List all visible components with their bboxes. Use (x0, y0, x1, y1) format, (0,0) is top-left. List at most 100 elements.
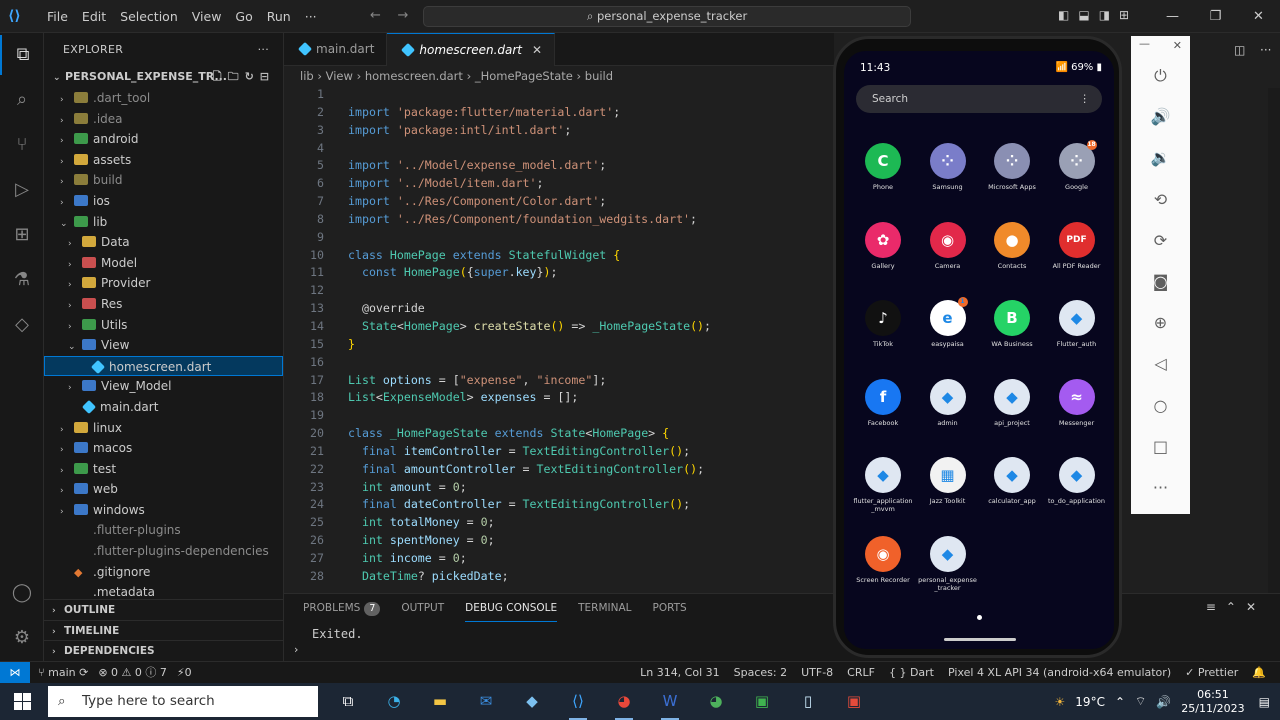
app-wa-business[interactable]: B WA Business (982, 300, 1042, 348)
project-header[interactable]: ⌄ PERSONAL_EXPENSE_TR... 🗋🗀↻⊟ (44, 66, 283, 88)
tree-item-build[interactable]: › build (44, 170, 283, 191)
search-icon[interactable]: ⌕ (0, 80, 44, 120)
app-all-pdf-reader[interactable]: PDF All PDF Reader (1047, 221, 1107, 270)
code-line[interactable]: 8 import '../Res/Component/foundation_wed… (284, 211, 834, 229)
volume-up-icon[interactable]: 🔊 (1131, 107, 1190, 126)
code-line[interactable]: 10 class HomePage extends StatefulWidget … (284, 247, 834, 265)
app-microsoft-apps[interactable]: ⁘ Microsoft Apps (982, 143, 1042, 191)
close-tab-icon[interactable]: ✕ (532, 43, 542, 57)
tree-item-res[interactable]: › Res (44, 294, 283, 315)
phone-screen[interactable]: 11:43 📶 69% ▮ Search ⋮ C Phone ⁘ Samsung ⁘ Mi… (844, 51, 1114, 649)
minimap[interactable] (1268, 88, 1280, 593)
app-api-project[interactable]: ◆ api_project (982, 378, 1042, 427)
tree-item-windows[interactable]: › windows (44, 500, 283, 521)
app-flutter-auth[interactable]: ◆ Flutter_auth (1047, 300, 1107, 348)
menu-item-edit[interactable]: Edit (75, 0, 113, 33)
tree-item-view[interactable]: ⌄ View (44, 335, 283, 356)
code-line[interactable]: 7 import '../Res/Component/Color.dart'; (284, 193, 834, 211)
tree-item-provider[interactable]: › Provider (44, 273, 283, 294)
indentation[interactable]: Spaces: 2 (734, 662, 787, 684)
source-control-icon[interactable]: ⑂ (0, 125, 44, 165)
toggle-secondary-sidebar-icon[interactable]: ◨ (1099, 8, 1110, 22)
app-google[interactable]: ⁘ 18 Google (1047, 140, 1107, 191)
app-to-do-application[interactable]: ◆ to_do_application (1047, 457, 1107, 505)
app-samsung[interactable]: ⁘ Samsung (918, 143, 978, 191)
encoding[interactable]: UTF-8 (801, 662, 833, 684)
volume-icon[interactable]: 🔊 (1156, 695, 1171, 709)
phone-search-bar[interactable]: Search ⋮ (856, 85, 1102, 113)
section-dependencies[interactable]: › DEPENDENCIES (44, 640, 284, 661)
app-icon[interactable]: ◆ (509, 683, 555, 720)
rotate-left-icon[interactable]: ⟲ (1131, 190, 1190, 209)
app-jazz-toolkit[interactable]: ▦ Jazz Toolkit (918, 457, 978, 505)
app-tiktok[interactable]: ♪ TikTok (853, 300, 913, 348)
code-line[interactable]: 14 State<HomePage> createState() => _Hom… (284, 318, 834, 336)
code-line[interactable]: 17 List options = ["expense", "income"]; (284, 372, 834, 390)
panel-tab-terminal[interactable]: TERMINAL (578, 594, 631, 622)
code-line[interactable]: 9 (284, 229, 834, 247)
emulator-minimize-icon[interactable]: — (1139, 37, 1150, 50)
panel-tab-output[interactable]: OUTPUT (401, 594, 444, 622)
zoom-icon[interactable]: ⊕ (1131, 313, 1190, 332)
mail-icon[interactable]: ✉ (463, 683, 509, 720)
code-line[interactable]: 1 (284, 86, 834, 104)
home-icon[interactable]: ○ (1131, 396, 1190, 415)
breadcrumb-item[interactable]: View (326, 69, 353, 83)
refresh-icon[interactable]: ↻ (245, 70, 260, 83)
more-actions-icon[interactable]: ··· (258, 33, 269, 66)
tree-item-homescreen-dart[interactable]: homescreen.dart (44, 355, 283, 377)
tree-item-utils[interactable]: › Utils (44, 315, 283, 336)
tray-overflow-icon[interactable]: ⌃ (1115, 695, 1125, 709)
menu-item-go[interactable]: Go (228, 0, 259, 33)
rotate-right-icon[interactable]: ⟳ (1131, 231, 1190, 250)
tree-item-ios[interactable]: › ios (44, 191, 283, 212)
tree-item-linux[interactable]: › linux (44, 418, 283, 439)
tree-item-test[interactable]: › test (44, 459, 283, 480)
action-center-icon[interactable]: ▤ (1259, 695, 1270, 709)
phone-menu-icon[interactable]: ⋮ (1080, 85, 1091, 113)
tree-item-view-model[interactable]: › View_Model (44, 376, 283, 397)
word-icon[interactable]: W (647, 683, 693, 720)
app-messenger[interactable]: ≈ Messenger (1047, 378, 1107, 427)
home-gesture-bar[interactable] (944, 638, 1016, 641)
list-icon[interactable]: ≡ (1206, 600, 1226, 614)
code-line[interactable]: 6 import '../Model/item.dart'; (284, 175, 834, 193)
app-easypaisa[interactable]: e 1 easypaisa (918, 297, 978, 348)
code-line[interactable]: 12 (284, 282, 834, 300)
code-line[interactable]: 20 class _HomePageState extends State<Hom… (284, 425, 834, 443)
tree-item-macos[interactable]: › macos (44, 438, 283, 459)
toggle-sidebar-icon[interactable]: ◧ (1058, 8, 1069, 22)
app-admin[interactable]: ◆ admin (918, 378, 978, 427)
windows-start-icon[interactable] (14, 693, 31, 710)
power-icon[interactable]: ⏻ (1131, 66, 1190, 86)
camera-icon[interactable]: ◙ (1131, 272, 1190, 291)
problems-status[interactable]: ⊗ 0 ⚠ 0 ⓘ 7 (98, 662, 167, 684)
menu-item-file[interactable]: File (40, 0, 75, 33)
collapse-all-icon[interactable]: ⊟ (260, 70, 275, 83)
more-icon[interactable]: ··· (1131, 478, 1190, 497)
minimize-icon[interactable]: — (1151, 0, 1194, 33)
recorder-icon[interactable]: ▣ (831, 683, 877, 720)
panel-tab-ports[interactable]: PORTS (653, 594, 687, 622)
tree-item-main-dart[interactable]: main.dart (44, 397, 283, 418)
tree-item-idea[interactable]: › .idea (44, 109, 283, 130)
prettier-status[interactable]: ✓ Prettier (1185, 662, 1238, 684)
breadcrumb-item[interactable]: lib (300, 69, 314, 83)
run-debug-icon[interactable]: ▷ (0, 170, 44, 210)
close-icon[interactable]: ✕ (1237, 0, 1280, 33)
testing-icon[interactable]: ⚗ (0, 260, 44, 300)
taskbar-search[interactable]: ⌕ Type here to search (48, 686, 318, 717)
back-icon[interactable]: ◁ (1131, 354, 1190, 373)
app-camera[interactable]: ◉ Camera (918, 221, 978, 270)
restore-icon[interactable]: ❐ (1194, 0, 1237, 33)
app-facebook[interactable]: f Facebook (853, 378, 913, 427)
app-personal-expense-tracker[interactable]: ◆ personal_expense _tracker (918, 535, 978, 592)
file-explorer-icon[interactable]: ▬ (417, 683, 463, 720)
editor-more-icon[interactable]: ··· (1260, 43, 1271, 57)
notifications-icon[interactable]: 🔔 (1252, 662, 1266, 684)
forward-arrow-icon[interactable]: → (397, 8, 408, 23)
code-line[interactable]: 15} (284, 336, 834, 354)
taskbar-clock[interactable]: 06:51 25/11/2023 (1181, 688, 1244, 716)
split-editor-icon[interactable]: ◫ (1234, 43, 1245, 57)
console-prompt-icon[interactable]: › (294, 643, 298, 656)
